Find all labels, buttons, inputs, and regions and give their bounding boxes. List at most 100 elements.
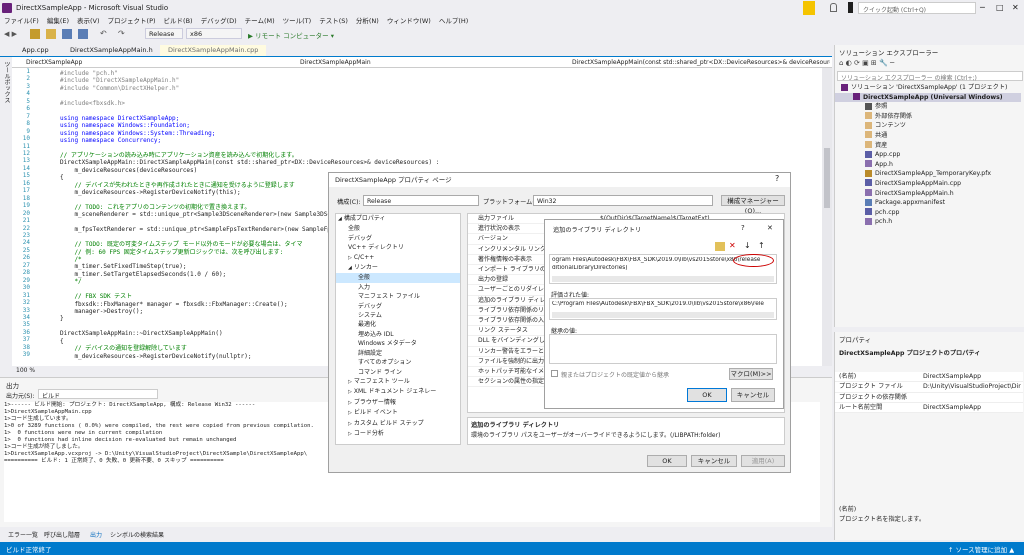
property-tree-item[interactable]: デバッグ	[336, 302, 460, 311]
list-scrollbar[interactable]	[552, 276, 774, 282]
notification-icon[interactable]	[848, 2, 853, 13]
tab-main-h[interactable]: DirectXSampleAppMain.h	[62, 45, 161, 56]
property-tree-item[interactable]: ▷ マニフェスト ツール	[336, 377, 460, 387]
code-line[interactable]: // アプリケーションの読み込み時にアプリケーション資産を読み込んで初期化します…	[60, 152, 439, 159]
nav-scope[interactable]: DirectXSampleAppMain	[300, 59, 540, 66]
solution-tree-item[interactable]: コンテンツ	[835, 121, 1021, 131]
property-tree-item[interactable]: ◢ 構成プロパティ	[336, 214, 460, 224]
delete-line-icon[interactable]: ✕	[729, 241, 736, 250]
nav-project[interactable]: DirectXSampleApp	[26, 59, 266, 66]
expand-icon[interactable]: ▷	[348, 431, 352, 437]
expand-icon[interactable]: ◢	[348, 265, 352, 271]
feedback-icon[interactable]	[830, 3, 837, 12]
code-line[interactable]: using namespace Concurrency;	[60, 137, 439, 144]
code-line[interactable]	[60, 144, 439, 151]
solution-tree-item[interactable]: pch.cpp	[835, 208, 1021, 218]
property-apply-button[interactable]: 適用(A)	[741, 455, 785, 467]
new-project-icon[interactable]	[30, 29, 40, 39]
move-down-icon[interactable]: ↓	[744, 241, 751, 250]
menu-item[interactable]: ツール(T)	[279, 16, 316, 27]
menu-item[interactable]: プロジェクト(P)	[104, 16, 160, 27]
solution-tree-item[interactable]: Package.appxmanifest	[835, 198, 1021, 208]
tab-error-list[interactable]: エラー一覧	[8, 530, 38, 539]
menu-item[interactable]: ヘルプ(H)	[435, 16, 472, 27]
tab-call-hierarchy[interactable]: 呼び出し階層	[44, 530, 80, 539]
property-tree-item[interactable]: Windows メタデータ	[336, 339, 460, 348]
quick-launch-box[interactable]: クイック起動 (Ctrl+Q)	[858, 2, 976, 14]
expand-icon[interactable]: ◢	[338, 216, 342, 222]
property-tree-item[interactable]: システム	[336, 311, 460, 320]
property-tree-item[interactable]: 入力	[336, 283, 460, 292]
code-line[interactable]	[60, 107, 439, 114]
code-line[interactable]: #include "pch.h"	[60, 70, 439, 77]
solution-tree-item[interactable]: DirectXSampleApp (Universal Windows)	[835, 92, 1021, 103]
code-line[interactable]: using namespace Windows::System::Threadi…	[60, 130, 439, 137]
toolbox-tab[interactable]: ツールボックス	[2, 61, 11, 103]
toolbox-side-panel[interactable]: ツールボックス	[0, 57, 12, 377]
dialog-platform-select[interactable]: Win32	[533, 195, 713, 206]
solution-tree-item[interactable]: App.h	[835, 160, 1021, 170]
new-line-icon[interactable]	[715, 242, 725, 251]
solution-tree-item[interactable]: 共通	[835, 131, 1021, 141]
menu-item[interactable]: 表示(V)	[73, 16, 104, 27]
property-cancel-button[interactable]: キャンセル	[691, 455, 737, 467]
menu-item[interactable]: デバッグ(D)	[197, 16, 241, 27]
property-tree-item[interactable]: ◢ リンカー	[336, 263, 460, 273]
code-line[interactable]: using namespace Windows::Foundation;	[60, 122, 439, 129]
code-line[interactable]: using namespace DirectXSampleApp;	[60, 115, 439, 122]
library-dialog-close[interactable]: ✕	[767, 224, 773, 232]
tab-output[interactable]: 出力	[90, 530, 102, 539]
expand-icon[interactable]: ▷	[348, 410, 352, 416]
editor-scrollbar[interactable]	[822, 68, 832, 366]
run-button[interactable]: ▶ リモート コンピューター ▾	[248, 30, 334, 40]
property-dialog-help[interactable]: ?	[775, 174, 779, 183]
zoom-level[interactable]: 100 %	[16, 367, 35, 374]
property-tree-item[interactable]: ▷ C/C++	[336, 253, 460, 263]
property-tree-item[interactable]: コマンド ライン	[336, 368, 460, 377]
move-up-icon[interactable]: ↑	[758, 241, 765, 250]
macro-button[interactable]: マクロ(M)>>	[729, 368, 773, 380]
config-select[interactable]: Release	[145, 28, 183, 39]
undo-icon[interactable]: ↶	[100, 29, 107, 38]
open-folder-icon[interactable]	[46, 29, 56, 39]
minimize-button[interactable]: ─	[980, 3, 985, 12]
output-source-select[interactable]: ビルド	[38, 389, 158, 400]
menu-item[interactable]: 分析(N)	[352, 16, 383, 27]
property-row[interactable]: プロジェクト ファイル D:\Unity\VisualStudioProject\…	[835, 382, 1023, 393]
library-dir-line-1[interactable]: ogram Files\Autodesk\FBX\FBX_SDK\2019.0\…	[552, 257, 760, 263]
menu-item[interactable]: テスト(S)	[315, 16, 352, 27]
property-tree-item[interactable]: 詳細設定	[336, 349, 460, 358]
expand-icon[interactable]: ▷	[348, 255, 352, 261]
property-tree-item[interactable]: ▷ XML ドキュメント ジェネレー	[336, 387, 460, 397]
solution-tree-item[interactable]: 参照	[835, 102, 1021, 112]
filter-flag-icon[interactable]	[803, 1, 815, 15]
source-control-button[interactable]: ↑ ソース管理に追加 ▲	[948, 544, 1014, 554]
tab-app-cpp[interactable]: App.cpp	[14, 45, 57, 56]
solution-tree-item[interactable]: 外部依存関係	[835, 112, 1021, 122]
tab-main-cpp[interactable]: DirectXSampleAppMain.cpp	[160, 45, 267, 56]
solution-tree-item[interactable]: pch.h	[835, 217, 1021, 227]
maximize-button[interactable]: □	[996, 3, 1004, 12]
code-line[interactable]: DirectXSampleAppMain::DirectXSampleAppMa…	[60, 159, 439, 166]
property-tree-item[interactable]: 埋め込み IDL	[336, 330, 460, 339]
library-cancel-button[interactable]: キャンセル	[731, 388, 775, 402]
property-tree-item[interactable]: 全般	[336, 224, 460, 233]
library-ok-button[interactable]: OK	[687, 388, 727, 402]
inherit-checkbox[interactable]	[551, 370, 558, 377]
solution-tree-item[interactable]: DirectXSampleAppMain.h	[835, 189, 1021, 199]
library-dir-line-2[interactable]: ditionalLibraryDirectories)	[552, 265, 628, 271]
tab-symbol-results[interactable]: シンボルの検索結果	[110, 530, 164, 539]
menu-item[interactable]: チーム(M)	[241, 16, 279, 27]
property-tree-item[interactable]: デバッグ	[336, 234, 460, 243]
menu-item[interactable]: ビルド(B)	[160, 16, 197, 27]
menu-item[interactable]: ウィンドウ(W)	[383, 16, 435, 27]
property-tree-item[interactable]: 最適化	[336, 320, 460, 329]
expand-icon[interactable]: ▷	[348, 421, 352, 427]
home-icon[interactable]: ⌂ ◐ ⟳ ▣ ⊞ 🔧 ─	[839, 59, 894, 67]
property-tree-item[interactable]: ▷ カスタム ビルド ステップ	[336, 419, 460, 429]
property-tree-item[interactable]: VC++ ディレクトリ	[336, 243, 460, 252]
property-tree-item[interactable]: すべてのオプション	[336, 358, 460, 367]
property-row[interactable]: ルート名前空間 DirectXSampleApp	[835, 403, 1023, 414]
code-line[interactable]: #include<fbxsdk.h>	[60, 100, 439, 107]
expand-icon[interactable]: ▷	[348, 400, 352, 406]
